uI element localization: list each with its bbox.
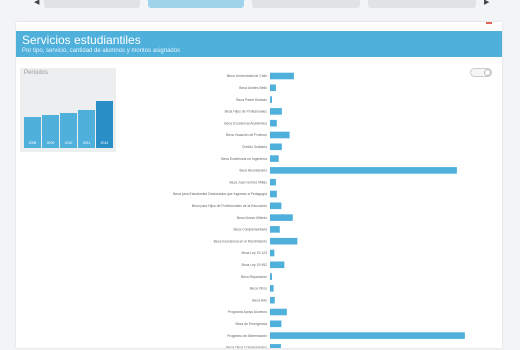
category-label: Programa Apoyo Alumnos: [228, 310, 268, 314]
tab-2[interactable]: [148, 0, 244, 8]
bar[interactable]: [270, 202, 282, 210]
services-panel: Servicios estudiantiles Por tipo, servic…: [16, 22, 502, 348]
category-label: Beca Arte: [252, 298, 267, 302]
tab-1[interactable]: [44, 0, 140, 8]
bar[interactable]: [270, 261, 285, 269]
bar[interactable]: [270, 190, 277, 198]
category-label: Beca Ley 19.992: [242, 263, 268, 267]
bar[interactable]: [270, 320, 282, 328]
category-label: Beca Nuevo Milenio: [237, 216, 267, 220]
bar[interactable]: [270, 72, 294, 80]
bar[interactable]: [270, 178, 276, 186]
category-label: Beca Hijos de Profesionales: [225, 110, 268, 114]
chevron-right-icon[interactable]: ▶: [484, 0, 489, 6]
category-label: Beca Excelencia en Ingeniería: [221, 157, 267, 161]
bar[interactable]: [270, 308, 287, 316]
bar[interactable]: [270, 131, 290, 139]
tab-4[interactable]: [368, 0, 476, 8]
bar[interactable]: [270, 237, 298, 245]
category-label: Beca Padre Hurtado: [236, 98, 267, 102]
category-label: Beca Andrés Bello: [239, 86, 267, 90]
category-label: Programa de Alimentación: [227, 334, 267, 338]
category-label: Beca Bicentenario: [239, 169, 267, 173]
services-bar-chart: Beca Universidad de Chile Beca Andrés Bel…: [173, 72, 465, 348]
category-label: Beca Otros Complementos: [226, 346, 267, 348]
category-label: Beca para Estudiantes Destacados que Ing…: [173, 192, 267, 196]
chevron-left-icon[interactable]: ◀: [34, 0, 39, 6]
category-label: Beca Universidad de Chile: [227, 74, 267, 78]
bar[interactable]: [270, 119, 277, 127]
category-label: Crédito Solidario: [242, 145, 267, 149]
category-label: Beca Otros: [250, 287, 267, 291]
bar[interactable]: [270, 84, 276, 92]
bar[interactable]: [270, 332, 465, 339]
category-label: Beca Excelencia en el Rendimiento: [214, 239, 267, 243]
category-label: Beca Excelencia Académica: [224, 121, 267, 125]
bar[interactable]: [270, 167, 457, 174]
bar[interactable]: [270, 155, 279, 162]
tab-strip: ◀ ▶: [0, 0, 520, 11]
bar[interactable]: [270, 285, 274, 292]
category-label: Beca Reparación: [241, 275, 267, 279]
category-label: Beca Complementaria: [233, 228, 267, 232]
bar[interactable]: [270, 108, 282, 115]
category-label: Beca Ley 19.123: [242, 251, 268, 255]
category-label: Beca Vocación de Profesor: [226, 133, 268, 137]
bar[interactable]: [270, 226, 280, 233]
bar[interactable]: [270, 344, 281, 348]
bar[interactable]: [270, 273, 272, 280]
bar[interactable]: [270, 214, 293, 221]
bar[interactable]: [270, 249, 275, 257]
bar[interactable]: [270, 143, 282, 151]
tab-3[interactable]: [252, 0, 360, 8]
category-label: Beca Juan Gómez Millas: [229, 180, 267, 184]
bar[interactable]: [270, 96, 272, 103]
category-label: Beca para Hijos de Profesionales de la E…: [192, 204, 267, 208]
category-label: Beca de Emergencia: [236, 322, 268, 326]
bar[interactable]: [270, 296, 275, 304]
